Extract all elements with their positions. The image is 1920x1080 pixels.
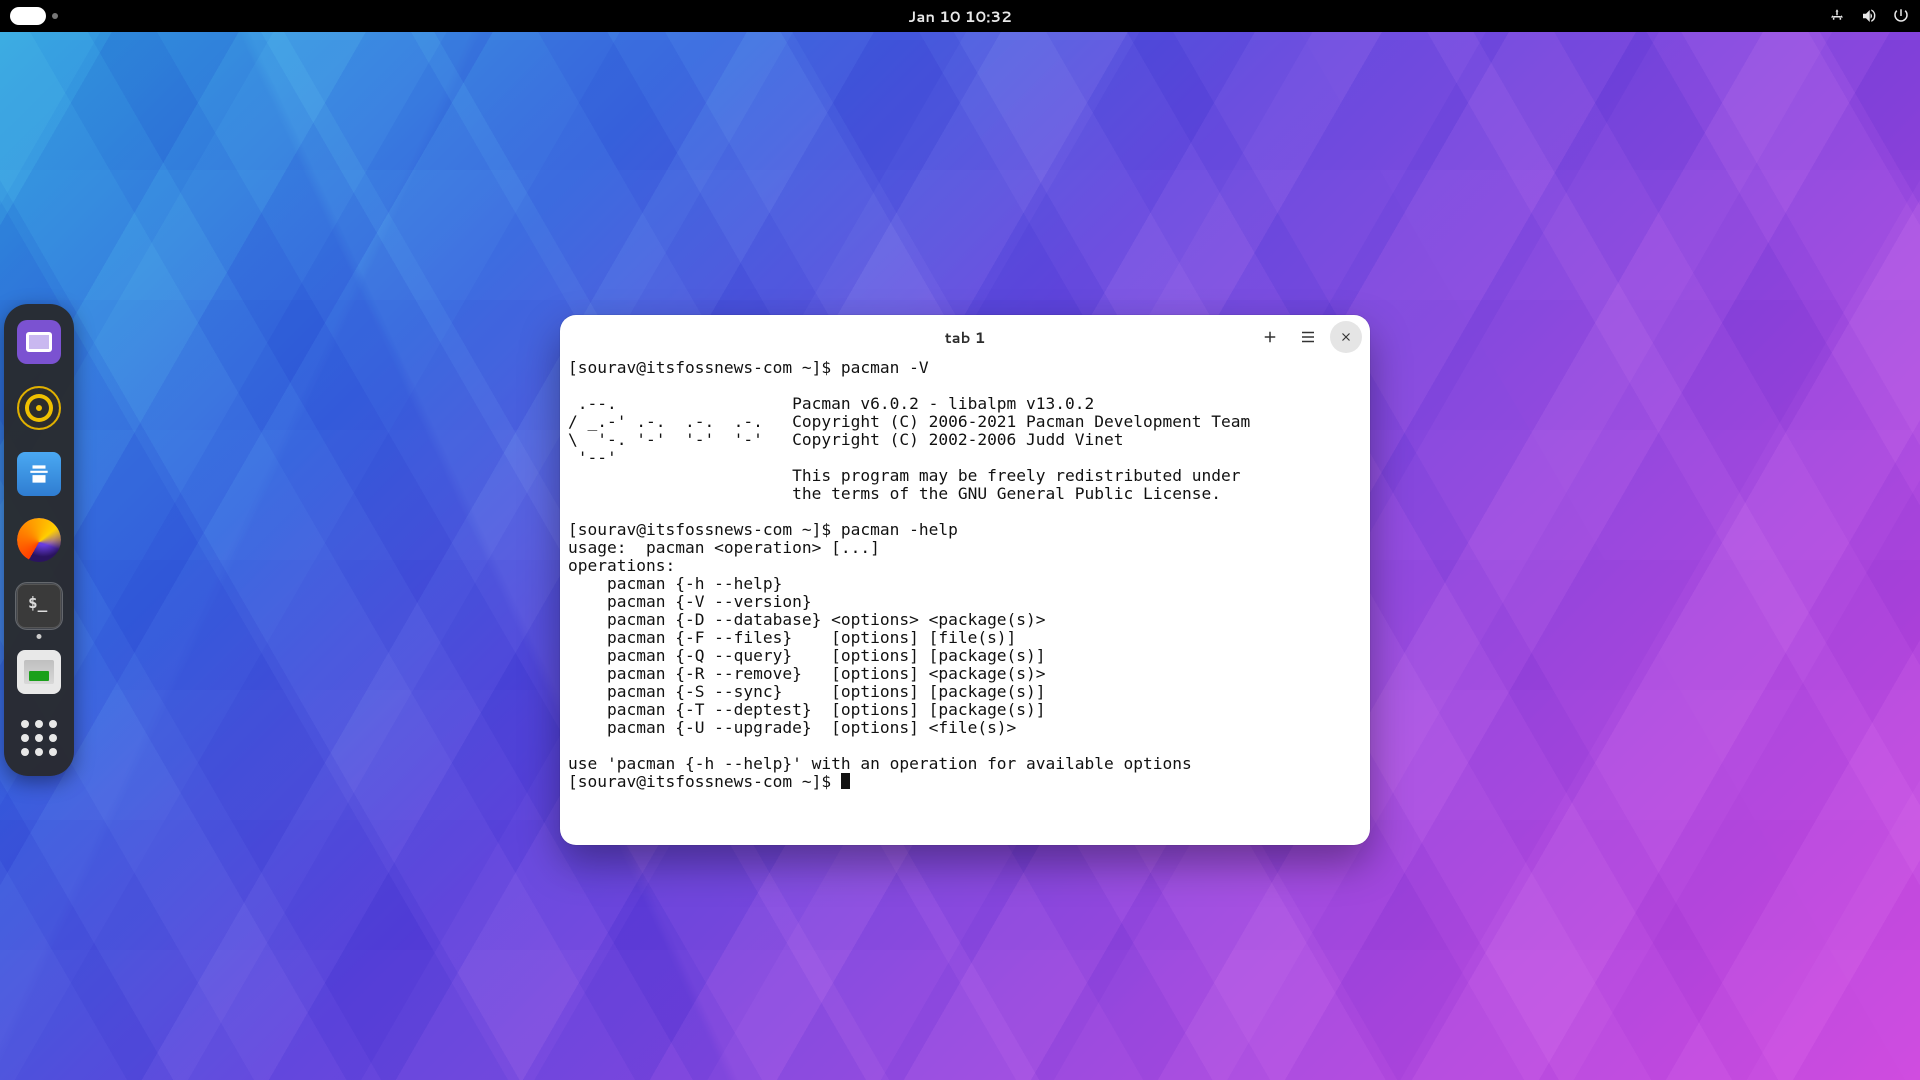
terminal-icon: $_ [17, 584, 61, 628]
activities-button[interactable] [10, 7, 46, 25]
dock-item-document-scanner[interactable] [15, 450, 63, 498]
new-tab-button[interactable] [1254, 321, 1286, 353]
scanner-icon [17, 452, 61, 496]
terminal-output[interactable]: [sourav@itsfossnews-com ~]$ pacman -V .-… [568, 359, 1362, 791]
terminal-window[interactable]: tab 1 [sourav@itsfossnews-com ~]$ pacman… [560, 315, 1370, 845]
apps-grid-icon [17, 716, 61, 760]
dock-item-file-manager[interactable] [15, 648, 63, 696]
dock-item-image-viewer[interactable] [15, 318, 63, 366]
dock-item-show-apps[interactable] [15, 714, 63, 762]
image-viewer-icon [17, 320, 61, 364]
dock-item-firefox[interactable] [15, 516, 63, 564]
terminal-headerbar[interactable]: tab 1 [560, 315, 1370, 359]
file-manager-icon [17, 650, 61, 694]
top-bar: Jan 10 10:32 [0, 0, 1920, 32]
firefox-icon [17, 518, 61, 562]
music-icon [17, 386, 61, 430]
volume-icon[interactable] [1860, 7, 1878, 25]
network-icon[interactable] [1828, 7, 1846, 25]
close-window-button[interactable] [1330, 321, 1362, 353]
dash-dock: $_ [4, 304, 74, 776]
terminal-tab-title: tab 1 [945, 327, 986, 348]
dock-item-terminal[interactable]: $_ [15, 582, 63, 630]
terminal-viewport[interactable]: [sourav@itsfossnews-com ~]$ pacman -V .-… [560, 359, 1370, 845]
terminal-cursor [841, 773, 850, 789]
dock-item-rhythmbox[interactable] [15, 384, 63, 432]
clock[interactable]: Jan 10 10:32 [908, 6, 1012, 27]
power-icon[interactable] [1892, 7, 1910, 25]
hamburger-menu-button[interactable] [1292, 321, 1324, 353]
